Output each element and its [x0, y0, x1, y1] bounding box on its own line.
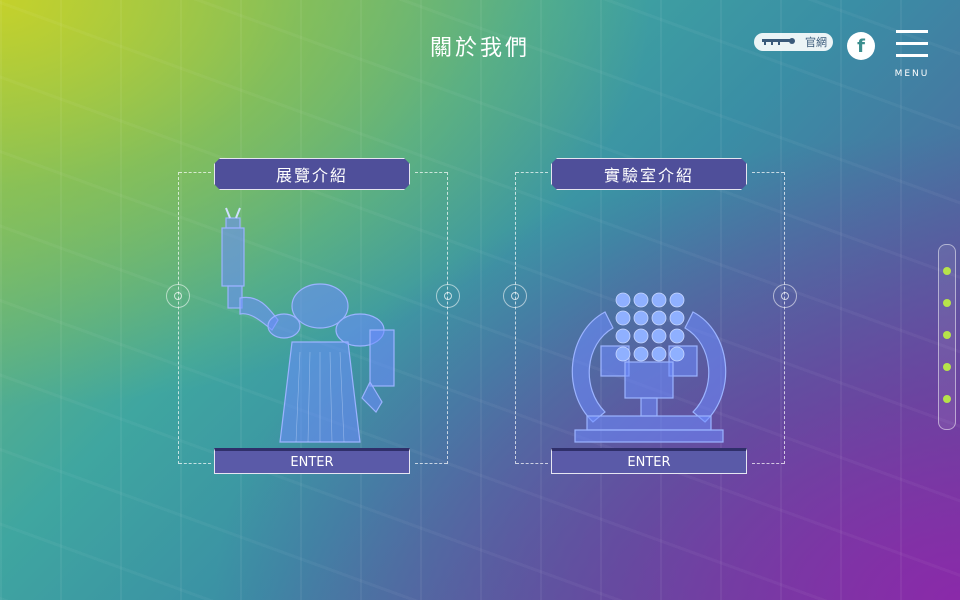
section-dot[interactable] — [943, 299, 951, 307]
menu-icon-bar — [896, 42, 928, 45]
section-scroll-nav — [938, 244, 956, 430]
menu-label: MENU — [894, 69, 930, 79]
menu-icon-bar — [896, 30, 928, 33]
exhibition-card: 展覽介紹 ENTER — [166, 158, 460, 474]
background-scene — [0, 0, 960, 600]
reticle-icon — [436, 284, 460, 308]
menu-button[interactable]: MENU — [894, 30, 930, 82]
section-dot[interactable] — [943, 395, 951, 403]
section-dot[interactable] — [943, 331, 951, 339]
reticle-icon — [773, 284, 797, 308]
section-dot[interactable] — [943, 267, 951, 275]
robot-arm-icon[interactable] — [210, 202, 414, 446]
lab-title: 實驗室介紹 — [551, 158, 747, 190]
exhibition-title: 展覽介紹 — [214, 158, 410, 190]
lab-enter-button[interactable]: ENTER — [551, 448, 747, 474]
reticle-icon — [166, 284, 190, 308]
reticle-icon — [503, 284, 527, 308]
menu-icon-bar — [896, 54, 928, 57]
official-site-button[interactable]: 官網 — [754, 33, 833, 51]
site-logo-icon — [762, 38, 795, 45]
lab-card: 實驗室介紹 ENTER — [503, 158, 797, 474]
exhibition-enter-button[interactable]: ENTER — [214, 448, 410, 474]
lab-machine-icon[interactable] — [547, 202, 751, 446]
official-site-label: 官網 — [805, 36, 827, 49]
section-dot[interactable] — [943, 363, 951, 371]
facebook-icon[interactable]: f — [847, 32, 875, 60]
